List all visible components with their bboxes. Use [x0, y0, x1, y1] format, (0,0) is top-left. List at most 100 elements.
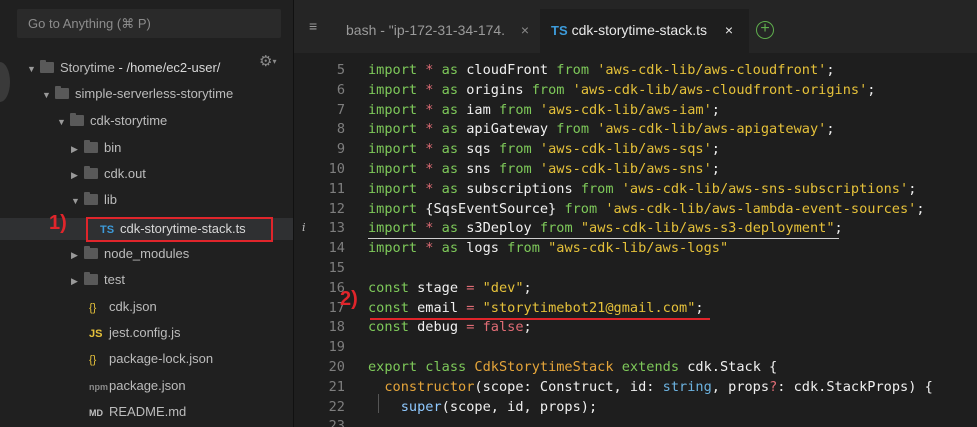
- code-token: ;: [867, 82, 876, 98]
- code-token: export class: [368, 359, 475, 375]
- tree-file-package-lock[interactable]: {} package-lock.json: [89, 349, 213, 369]
- code-line[interactable]: 8 import * as apiGateway from 'aws-cdk-li…: [294, 119, 977, 139]
- tree-file-cdk-json[interactable]: {} cdk.json: [89, 297, 157, 317]
- folder-icon: [70, 113, 84, 126]
- code-token: email: [417, 300, 467, 316]
- code-token: 'aws-cdk-lib/aws-sns': [539, 161, 712, 177]
- code-token: 'aws-cdk-lib/aws-cloudfront-origins': [572, 82, 868, 98]
- code-text: import * as s3Deploy from "aws-cdk-lib/a…: [368, 218, 843, 238]
- code-token: (scope: Construct, id:: [474, 379, 663, 395]
- code-token: as: [441, 161, 467, 177]
- code-token: const: [368, 280, 418, 296]
- tree-root[interactable]: ▼ Storytime - /home/ec2-user/: [27, 58, 220, 78]
- code-line[interactable]: 7 import * as iam from 'aws-cdk-lib/aws-i…: [294, 100, 977, 120]
- line-number: 21: [328, 379, 345, 395]
- tree-folder-simple-serverless-storytime[interactable]: ▼ simple-serverless-storytime: [42, 84, 233, 104]
- code-token: string: [662, 379, 712, 395]
- folder-icon: [84, 192, 98, 205]
- line-number: 20: [328, 359, 345, 375]
- tab-bash-terminal[interactable]: bash - "ip-172-31-34-174. ×: [334, 9, 539, 53]
- chevron-right-icon: ▶: [71, 250, 78, 260]
- gear-icon[interactable]: ⚙▾: [259, 54, 285, 70]
- code-line[interactable]: 23: [294, 416, 977, 427]
- code-token: iam: [466, 102, 499, 118]
- search-input[interactable]: Go to Anything (⌘ P): [17, 9, 281, 38]
- tree-folder-label: cdk-storytime: [90, 113, 168, 128]
- code-token: as: [441, 82, 467, 98]
- tree-folder-lib[interactable]: ▼ lib: [71, 190, 117, 210]
- code-token: ;: [711, 141, 720, 157]
- code-line[interactable]: 9 import * as sqs from 'aws-cdk-lib/aws-s…: [294, 139, 977, 159]
- code-line[interactable]: 20 export class CdkStorytimeStack extends…: [294, 357, 977, 377]
- code-token: stage: [417, 280, 467, 296]
- code-token: as: [441, 121, 467, 137]
- code-token: "storytimebot21@gmail.com": [482, 300, 696, 316]
- code-line[interactable]: 18 const debug = false;: [294, 317, 977, 337]
- code-token: =: [466, 300, 483, 316]
- code-token: false: [482, 319, 524, 335]
- line-number: 22: [328, 399, 345, 415]
- code-text: super(scope, id, props);: [368, 397, 597, 417]
- code-line[interactable]: 10 import * as sns from 'aws-cdk-lib/aws-…: [294, 159, 977, 179]
- tree-folder-bin[interactable]: ▶ bin: [71, 138, 121, 158]
- tree-folder-node-modules[interactable]: ▶ node_modules: [71, 244, 189, 264]
- code-line[interactable]: 17 const email = "storytimebot21@gmail.co…: [294, 298, 977, 318]
- code-line[interactable]: 16 const stage = "dev";: [294, 278, 977, 298]
- code-line[interactable]: 13 import * as s3Deploy from "aws-cdk-lib…: [294, 218, 977, 238]
- code-token: as: [441, 102, 467, 118]
- typescript-file-icon: TS: [551, 23, 568, 38]
- code-line[interactable]: 11 import * as subscriptions from 'aws-cd…: [294, 179, 977, 199]
- code-line[interactable]: 19: [294, 337, 977, 357]
- tree-folder-label: bin: [104, 140, 122, 155]
- code-line[interactable]: 12 import {SqsEventSource} from 'aws-cdk-…: [294, 199, 977, 219]
- code-token: : cdk.StackProps) {: [777, 379, 933, 395]
- tree-folder-label: lib: [104, 192, 118, 207]
- code-token: ;: [834, 220, 843, 236]
- npm-file-icon: npm: [89, 382, 108, 392]
- tree-folder-cdk-storytime[interactable]: ▼ cdk-storytime: [57, 111, 167, 131]
- menu-icon[interactable]: ≡: [309, 19, 321, 33]
- code-token: ;: [711, 102, 720, 118]
- lint-underline: [368, 238, 839, 239]
- code-token: import: [368, 62, 426, 78]
- code-line[interactable]: 15: [294, 258, 977, 278]
- add-tab-icon[interactable]: +: [756, 21, 774, 39]
- tree-folder-cdk-out[interactable]: ▶ cdk.out: [71, 164, 146, 184]
- code-token: as: [441, 181, 467, 197]
- tree-file-package-json[interactable]: npmpackage.json: [89, 376, 186, 396]
- close-icon[interactable]: ×: [725, 9, 733, 51]
- code-token: from: [564, 201, 606, 217]
- code-line[interactable]: 6 import * as origins from 'aws-cdk-lib/a…: [294, 80, 977, 100]
- code-token: import: [368, 121, 426, 137]
- code-line[interactable]: 14 import * as logs from "aws-cdk-lib/aws…: [294, 238, 977, 258]
- tree-folder-label: test: [104, 272, 125, 287]
- code-token: ;: [523, 319, 532, 335]
- tab-label: cdk-storytime-stack.ts: [571, 22, 707, 38]
- line-number: 13: [328, 220, 345, 236]
- annotation-step-1: 1): [49, 212, 67, 234]
- code-token: ;: [916, 201, 925, 217]
- line-number: 7: [336, 102, 345, 118]
- code-token: extends: [621, 359, 688, 375]
- line-number: 14: [328, 240, 345, 256]
- code-line[interactable]: 21 constructor(scope: Construct, id: str…: [294, 377, 977, 397]
- line-number: 5: [336, 62, 345, 78]
- tree-file-label: package-lock.json: [109, 351, 214, 366]
- javascript-file-icon: JS: [89, 328, 103, 340]
- window-edge-handle: [0, 62, 10, 102]
- annotation-underline: [370, 318, 710, 320]
- folder-icon: [84, 166, 98, 179]
- code-token: 'aws-cdk-lib/aws-sqs': [539, 141, 712, 157]
- code-token: from: [539, 220, 581, 236]
- close-icon[interactable]: ×: [521, 9, 529, 51]
- code-text: import * as subscriptions from 'aws-cdk-…: [368, 179, 916, 199]
- code-token: as: [441, 240, 467, 256]
- code-token: origins: [466, 82, 532, 98]
- tree-file-jest-config[interactable]: JS jest.config.js: [89, 323, 181, 343]
- code-line[interactable]: 5 import * as cloudFront from 'aws-cdk-li…: [294, 60, 977, 80]
- tab-cdk-storytime-stack[interactable]: TS cdk-storytime-stack.ts ×: [540, 9, 749, 53]
- code-line[interactable]: 22 super(scope, id, props);: [294, 397, 977, 417]
- tree-folder-test[interactable]: ▶ test: [71, 270, 125, 290]
- tree-file-readme[interactable]: MD README.md: [89, 402, 186, 422]
- code-token: from: [556, 62, 598, 78]
